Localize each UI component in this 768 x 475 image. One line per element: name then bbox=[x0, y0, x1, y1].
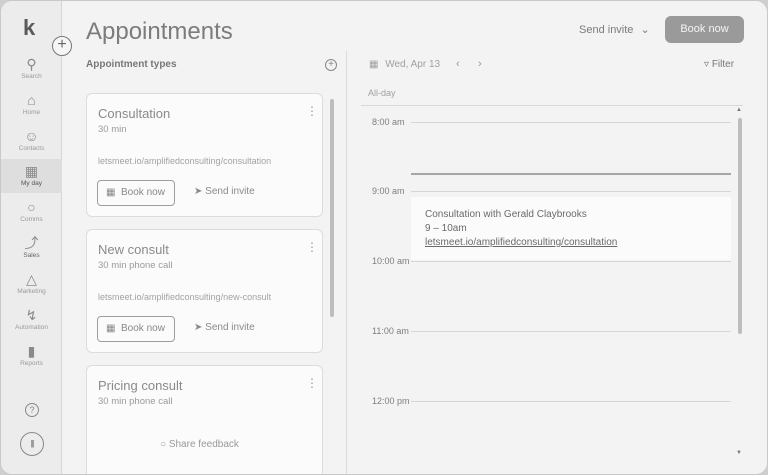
question-icon[interactable]: ? bbox=[25, 403, 39, 417]
send-invite-dropdown[interactable]: Send invite ⌄ bbox=[579, 23, 650, 36]
all-day-label: All-day bbox=[368, 88, 396, 98]
scrollbar[interactable] bbox=[738, 118, 742, 334]
card-title: New consult bbox=[98, 242, 169, 257]
calendar-icon: ▦ bbox=[24, 163, 39, 179]
card-book-now-button[interactable]: ▦ Book now bbox=[97, 180, 175, 206]
calendar-icon: ▦ bbox=[106, 323, 116, 334]
card-send-invite-label: Send invite bbox=[205, 322, 255, 333]
appointment-card[interactable]: New consult 30 min phone call ⋮ letsmeet… bbox=[86, 229, 323, 353]
sidebar-item-label: Comms bbox=[20, 216, 43, 223]
card-subtitle: 30 min phone call bbox=[98, 396, 173, 407]
calendar-event[interactable]: Consultation with Gerald Claybrooks 9 – … bbox=[411, 197, 731, 260]
card-title: Consultation bbox=[98, 106, 171, 121]
send-invite-label: Send invite bbox=[579, 24, 634, 36]
sidebar-item-search[interactable]: ⚲ Search bbox=[1, 55, 62, 89]
more-options-icon[interactable]: ⋮ bbox=[306, 105, 318, 117]
chevron-down-icon: ⌄ bbox=[640, 24, 650, 36]
time-label: 11:00 am bbox=[372, 326, 409, 336]
card-subtitle: 30 min bbox=[98, 124, 127, 135]
plus-circle-icon[interactable]: + bbox=[52, 36, 72, 56]
chevron-left-icon[interactable]: ‹ bbox=[456, 58, 460, 70]
bar-chart-icon: ▮ bbox=[27, 343, 36, 359]
sidebar: k ⚲ Search ⌂ Home ☺ Contacts ▦ My day ○ … bbox=[1, 1, 62, 474]
add-appointment-type-icon[interactable]: + bbox=[325, 59, 337, 71]
card-send-invite-button[interactable]: ➤ Send invite bbox=[194, 322, 255, 333]
filter-icon: ▿ bbox=[704, 59, 710, 70]
hour-line bbox=[411, 331, 731, 332]
calendar-icon: ▦ bbox=[106, 187, 116, 198]
hour-line bbox=[411, 401, 731, 402]
send-icon: ➤ bbox=[194, 322, 203, 333]
event-link[interactable]: letsmeet.io/amplifiedconsulting/consulta… bbox=[425, 237, 617, 248]
sidebar-item-label: Automation bbox=[15, 324, 48, 331]
share-feedback-button[interactable]: ○ Share feedback bbox=[160, 439, 239, 450]
card-subtitle: 30 min phone call bbox=[98, 260, 173, 271]
event-time: 9 – 10am bbox=[425, 223, 467, 234]
card-send-invite-label: Send invite bbox=[205, 186, 255, 197]
appointment-card[interactable]: Pricing consult 30 min phone call ⋮ bbox=[86, 365, 323, 474]
card-url: letsmeet.io/amplifiedconsulting/consulta… bbox=[98, 156, 272, 166]
sales-icon: ⤴ bbox=[24, 235, 39, 251]
calendar-icon: ▦ bbox=[369, 59, 379, 70]
sidebar-item-marketing[interactable]: △ Marketing bbox=[1, 270, 62, 304]
sidebar-item-home[interactable]: ⌂ Home bbox=[1, 91, 62, 125]
time-label: 8:00 am bbox=[372, 117, 405, 127]
hour-line bbox=[411, 191, 731, 192]
scroll-up-icon[interactable]: ▲ bbox=[736, 107, 742, 113]
sidebar-item-contacts[interactable]: ☺ Contacts bbox=[1, 127, 62, 161]
time-label: 10:00 am bbox=[372, 256, 410, 266]
search-icon: ⚲ bbox=[26, 56, 37, 72]
current-time-line bbox=[411, 173, 731, 175]
app-window: k ⚲ Search ⌂ Home ☺ Contacts ▦ My day ○ … bbox=[0, 0, 768, 475]
card-book-now-button[interactable]: ▦ Book now bbox=[97, 316, 175, 342]
hour-line bbox=[411, 122, 731, 123]
sidebar-item-label: Home bbox=[22, 109, 41, 116]
date-picker[interactable]: ▦ Wed, Apr 13 bbox=[369, 59, 440, 70]
column-divider bbox=[346, 51, 347, 474]
sidebar-item-label: Marketing bbox=[17, 288, 46, 295]
more-options-icon[interactable]: ⋮ bbox=[306, 241, 318, 253]
card-title: Pricing consult bbox=[98, 378, 183, 393]
hour-line bbox=[411, 261, 731, 262]
card-send-invite-button[interactable]: ➤ Send invite bbox=[194, 186, 255, 197]
avatar-icon[interactable]: ||| bbox=[20, 432, 44, 456]
sidebar-item-label: Search bbox=[21, 73, 42, 80]
contacts-icon: ☺ bbox=[24, 128, 39, 144]
card-book-now-label: Book now bbox=[121, 187, 165, 198]
card-book-now-label: Book now bbox=[121, 323, 165, 334]
sidebar-item-label: Sales bbox=[23, 252, 40, 259]
time-label: 9:00 am bbox=[372, 186, 405, 196]
megaphone-icon: △ bbox=[26, 271, 37, 287]
event-name: Consultation with Gerald Claybrooks bbox=[425, 209, 587, 220]
filter-button[interactable]: ▿ Filter bbox=[704, 59, 734, 70]
home-icon: ⌂ bbox=[27, 92, 36, 108]
scrollbar[interactable] bbox=[330, 99, 334, 317]
appointment-types-heading: Appointment types bbox=[86, 59, 177, 70]
all-day-divider bbox=[361, 105, 743, 106]
sidebar-item-label: Contacts bbox=[18, 145, 45, 152]
sidebar-item-label: My day bbox=[21, 180, 42, 187]
current-date: Wed, Apr 13 bbox=[385, 59, 441, 70]
time-label: 12:00 pm bbox=[372, 396, 410, 406]
scroll-down-icon[interactable]: ▼ bbox=[736, 450, 742, 456]
send-icon: ➤ bbox=[194, 186, 203, 197]
sidebar-item-sales[interactable]: ⤴ Sales bbox=[1, 234, 62, 268]
page-title: Appointments bbox=[86, 18, 233, 45]
sidebar-item-my-day[interactable]: ▦ My day bbox=[1, 159, 62, 193]
sidebar-item-automation[interactable]: ↯ Automation bbox=[1, 306, 62, 340]
filter-label: Filter bbox=[711, 59, 735, 70]
chat-icon: ○ bbox=[160, 439, 167, 450]
sidebar-item-comms[interactable]: ○ Comms bbox=[1, 198, 62, 232]
chat-icon: ○ bbox=[27, 199, 36, 215]
sidebar-item-label: Reports bbox=[20, 360, 43, 367]
book-now-button[interactable]: Book now bbox=[665, 16, 744, 43]
logo: k bbox=[23, 15, 36, 40]
share-feedback-label: Share feedback bbox=[168, 439, 239, 450]
more-options-icon[interactable]: ⋮ bbox=[306, 377, 318, 389]
sidebar-item-reports[interactable]: ▮ Reports bbox=[1, 342, 62, 376]
chevron-right-icon[interactable]: › bbox=[478, 58, 482, 70]
appointment-card[interactable]: Consultation 30 min ⋮ letsmeet.io/amplif… bbox=[86, 93, 323, 217]
card-url: letsmeet.io/amplifiedconsulting/new-cons… bbox=[98, 292, 272, 302]
lightning-icon: ↯ bbox=[25, 307, 38, 323]
